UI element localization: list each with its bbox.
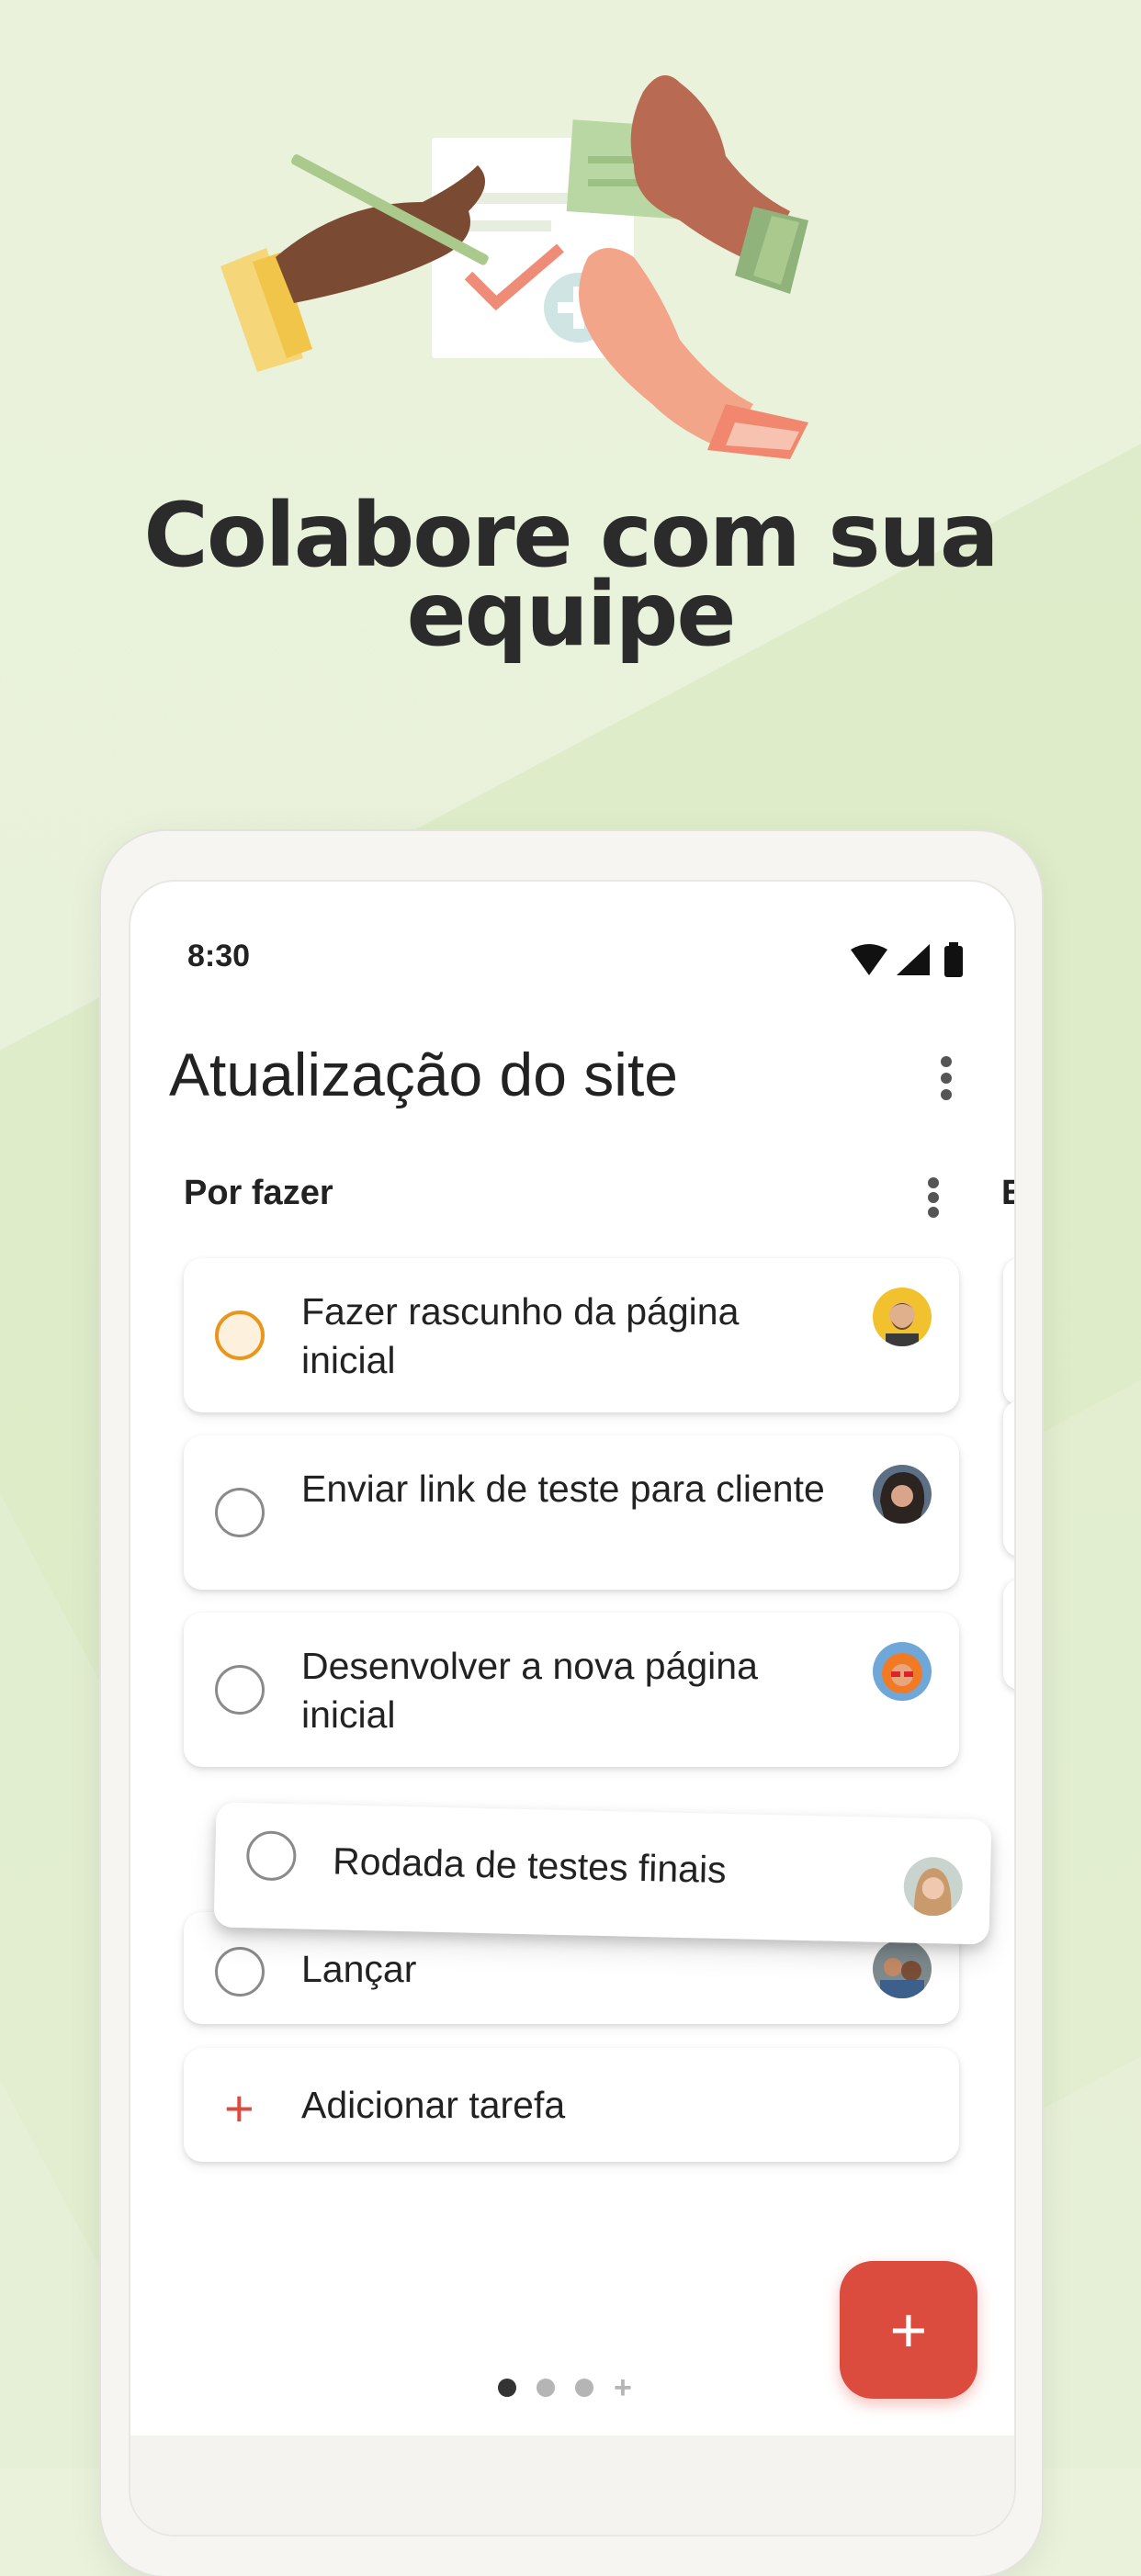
section-pagination: + (498, 2372, 632, 2403)
next-section-card (1003, 1258, 1014, 1405)
project-title: Atualização do site (169, 1041, 679, 1108)
battery-icon (944, 946, 963, 977)
assignee-avatar (873, 1940, 932, 1998)
task-checkbox[interactable] (215, 1310, 265, 1360)
status-icons (851, 942, 963, 977)
section-menu-icon[interactable] (920, 1177, 947, 1218)
next-section-title: E (1001, 1174, 1014, 1212)
add-task-button[interactable]: + Adicionar tarefa (184, 2048, 959, 2162)
headline: Colabore com sua equipe (0, 491, 1141, 658)
task-checkbox[interactable] (215, 1488, 265, 1537)
task-checkbox[interactable] (215, 1947, 265, 1997)
page-dot[interactable] (537, 2379, 555, 2397)
dragged-task-card[interactable]: Rodada de testes finais (213, 1802, 992, 1945)
next-section-card (1003, 1400, 1014, 1557)
task-text: Desenvolver a nova página inicial (301, 1645, 758, 1736)
assignee-avatar (873, 1465, 932, 1524)
plus-icon: + (224, 2079, 254, 2137)
task-card[interactable]: Enviar link de teste para cliente (184, 1435, 959, 1590)
task-card[interactable]: Fazer rascunho da página inicial (184, 1258, 959, 1412)
section-title: Por fazer (184, 1174, 333, 1212)
status-time: 8:30 (187, 939, 251, 973)
bottom-bar (130, 2435, 1014, 2535)
add-section-icon[interactable]: + (614, 2372, 632, 2403)
signal-icon (897, 944, 930, 975)
task-checkbox[interactable] (245, 1830, 297, 1882)
task-text: Rodada de testes finais (332, 1839, 728, 1892)
assignee-avatar (903, 1856, 964, 1917)
wifi-icon (851, 944, 887, 975)
task-text: Lançar (301, 1948, 417, 1990)
add-fab-button[interactable]: + (840, 2261, 977, 2399)
phone-screen: 8:30 Atualização do site Por fazer E Faz… (130, 882, 1014, 2535)
add-task-label: Adicionar tarefa (301, 2084, 566, 2126)
task-text: Enviar link de teste para cliente (301, 1468, 825, 1510)
task-card[interactable]: Desenvolver a nova página inicial (184, 1613, 959, 1767)
page-dot[interactable] (575, 2379, 593, 2397)
project-menu-icon[interactable] (932, 1056, 960, 1100)
assignee-avatar (873, 1642, 932, 1701)
assignee-avatar (873, 1288, 932, 1346)
collaboration-illustration (220, 75, 808, 459)
task-checkbox[interactable] (215, 1665, 265, 1715)
task-text: Fazer rascunho da página inicial (301, 1290, 740, 1381)
page-dot-active[interactable] (498, 2379, 516, 2397)
next-section-card (1003, 1580, 1014, 1690)
